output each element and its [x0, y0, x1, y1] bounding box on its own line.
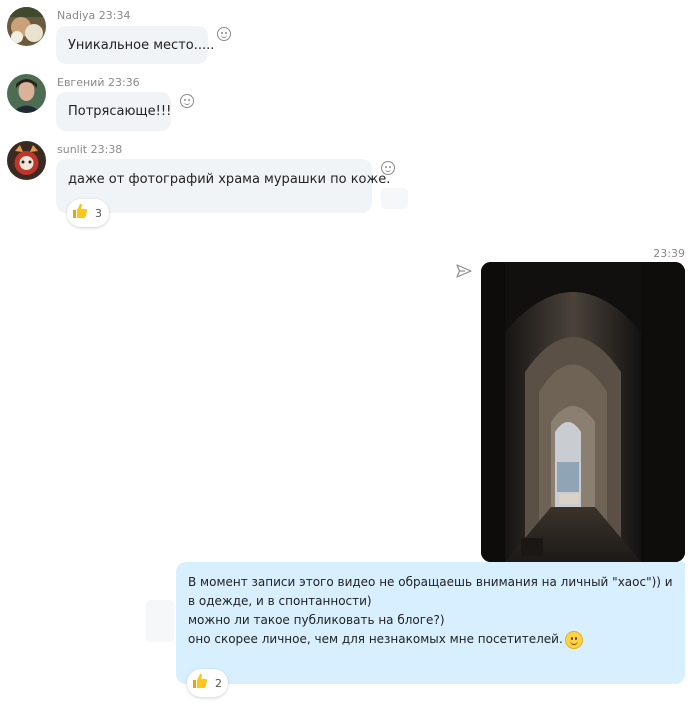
message-time: 23:34 [98, 9, 131, 22]
smile-icon[interactable] [381, 161, 395, 175]
message-meta: sunlit 23:38 [57, 143, 122, 156]
message-meta: Nadiya 23:34 [57, 9, 130, 22]
message-meta: Евгений 23:36 [57, 76, 140, 89]
message-line: оно скорее личное, чем для незнакомых мн… [188, 632, 563, 646]
reaction-chip[interactable]: 2 [187, 669, 228, 697]
hidden-action-area [146, 600, 174, 642]
message-line: В момент записи этого видео не обращаешь… [188, 575, 673, 589]
reaction-chip[interactable]: 3 [67, 199, 109, 227]
message-text: Уникальное место..... [68, 37, 215, 53]
avatar-evgeniy[interactable] [7, 74, 46, 113]
message-time: 23:38 [90, 143, 123, 156]
smile-icon[interactable] [180, 94, 194, 108]
author-name: sunlit [57, 143, 88, 156]
smiley-emoji-icon [564, 630, 583, 649]
outgoing-message-bubble[interactable]: В момент записи этого видео не обращаешь… [176, 562, 685, 684]
message-time: 23:39 [653, 247, 685, 260]
message-time: 23:36 [107, 76, 140, 89]
thumbs-up-icon [71, 202, 89, 224]
reaction-count: 3 [95, 206, 102, 220]
message-line: можно ли такое публиковать на блоге?) [188, 613, 445, 627]
message-text: даже от фотографий храма мурашки по коже… [68, 172, 391, 187]
thumbs-up-icon [191, 672, 209, 694]
smile-icon[interactable] [217, 27, 231, 41]
avatar-sunlit[interactable] [7, 141, 46, 180]
hidden-action-area [381, 188, 408, 209]
avatar-nadiya[interactable] [7, 7, 46, 46]
message-line-with-emoji: оно скорее личное, чем для незнакомых мн… [188, 630, 673, 649]
message-bubble[interactable]: Уникальное место..... [56, 26, 214, 64]
message-text: Потрясающе!!! [68, 104, 172, 119]
author-name: Евгений [57, 76, 105, 89]
author-name: Nadiya [57, 9, 96, 22]
reaction-count: 2 [215, 676, 222, 690]
send-icon [456, 263, 472, 278]
message-bubble[interactable]: Потрясающе!!! [56, 92, 171, 131]
arched-corridor-photo[interactable] [481, 262, 685, 562]
message-line: в одежде, и в спонтанности) [188, 594, 372, 608]
